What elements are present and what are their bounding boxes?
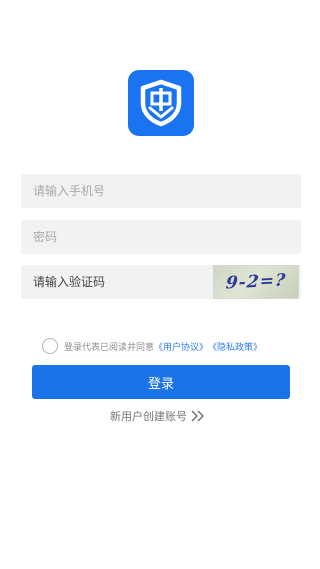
register-link[interactable]: 新用户创建账号	[110, 408, 205, 424]
phone-field[interactable]	[21, 174, 301, 208]
app-logo	[128, 70, 194, 136]
captcha-image-text: 9-2=?	[224, 270, 288, 294]
login-screen: 9-2=? 登录代表已阅读并同意 《用户协议》 《隐私政策》 登录 新用户创建账…	[0, 0, 320, 569]
password-field[interactable]	[21, 220, 301, 254]
privacy-policy-link[interactable]: 《隐私政策》	[208, 340, 262, 353]
agreement-row: 登录代表已阅读并同意 《用户协议》 《隐私政策》	[42, 337, 262, 355]
agreement-text: 登录代表已阅读并同意	[64, 342, 155, 353]
user-agreement-link[interactable]: 《用户协议》	[154, 340, 208, 353]
login-button[interactable]: 登录	[32, 365, 290, 399]
captcha-input[interactable]	[21, 265, 211, 299]
password-input[interactable]	[21, 220, 301, 254]
shield-logo-icon	[140, 79, 182, 127]
double-chevron-right-icon	[191, 410, 205, 422]
captcha-field[interactable]: 9-2=?	[21, 265, 301, 299]
captcha-image[interactable]: 9-2=?	[213, 265, 299, 299]
agreement-checkbox[interactable]	[42, 338, 58, 354]
phone-input[interactable]	[21, 174, 301, 208]
register-link-label: 新用户创建账号	[110, 410, 187, 423]
